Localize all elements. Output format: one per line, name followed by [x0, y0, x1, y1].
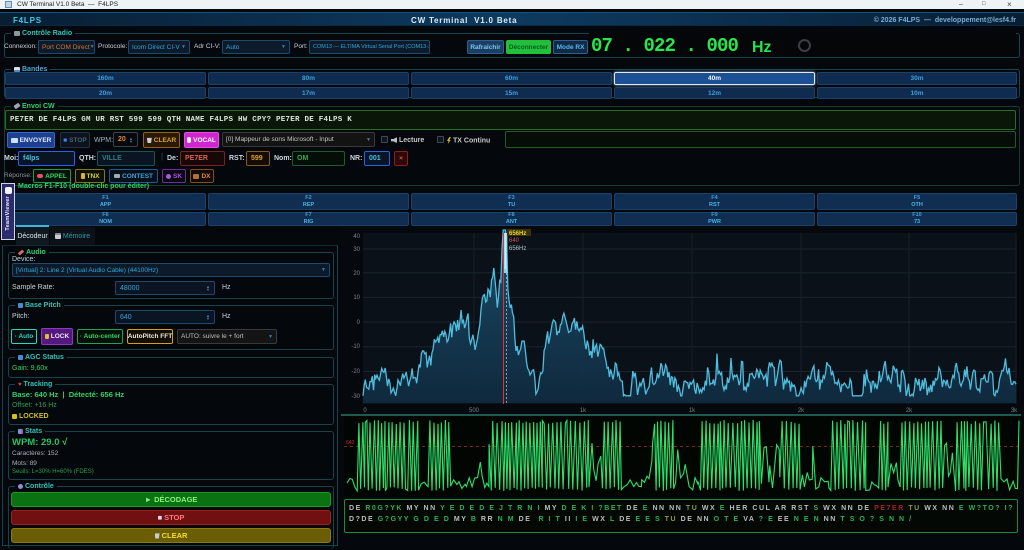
svg-text:656Hz: 656Hz [509, 246, 526, 252]
svg-text:20: 20 [353, 271, 360, 277]
svg-text:-20: -20 [351, 369, 360, 375]
svg-text:-10: -10 [351, 344, 360, 350]
svg-text:40: 40 [353, 234, 360, 240]
svg-text:-30: -30 [351, 394, 360, 400]
svg-text:656Hz: 656Hz [509, 231, 526, 237]
svg-text:0: 0 [357, 320, 361, 326]
svg-text:30: 30 [353, 247, 360, 253]
svg-text:10: 10 [353, 295, 360, 301]
svg-text:640: 640 [509, 238, 520, 244]
svg-text:640: 640 [346, 440, 355, 446]
